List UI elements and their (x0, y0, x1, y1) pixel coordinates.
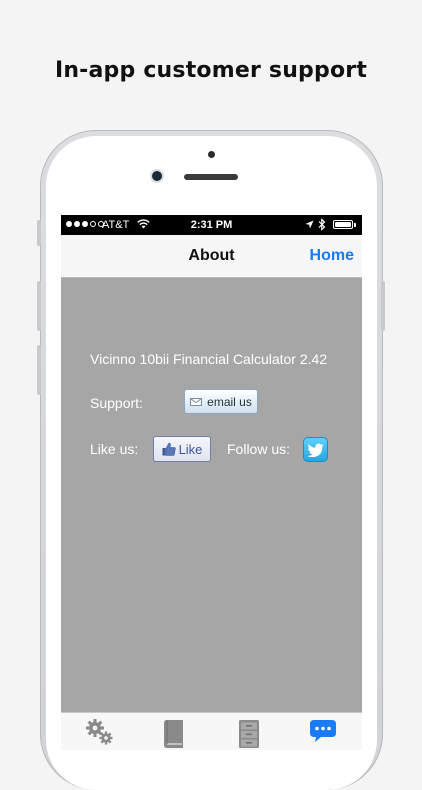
tab-guide[interactable] (159, 718, 189, 748)
like-button-label: Like (178, 441, 203, 457)
app-name-version: Vicinno 10bii Financial Calculator 2.42 (90, 351, 328, 367)
status-bar: AT&T 2:31 PM (61, 215, 362, 235)
battery-icon (333, 220, 353, 229)
envelope-icon (190, 397, 203, 406)
like-us-label: Like us: (90, 441, 139, 457)
phone-screen: AT&T 2:31 PM About Home Vicinno 10bii Fi… (61, 215, 362, 750)
front-camera (152, 171, 162, 181)
gears-icon (86, 719, 113, 745)
volume-up-button (37, 281, 41, 331)
tab-settings[interactable] (84, 718, 114, 748)
power-button (381, 281, 385, 331)
status-time: 2:31 PM (190, 219, 233, 231)
location-arrow-icon (305, 220, 314, 229)
promo-headline: In-app customer support (54, 58, 368, 83)
email-us-button[interactable]: email us (184, 389, 258, 414)
follow-us-label: Follow us: (227, 441, 291, 457)
battery-tip (354, 223, 356, 227)
twitter-follow-button[interactable] (303, 437, 328, 462)
navigation-bar: About Home (61, 235, 362, 278)
email-us-label: email us (207, 394, 252, 409)
earpiece-speaker (184, 174, 238, 180)
support-label: Support: (90, 395, 143, 411)
book-icon (164, 720, 183, 748)
bluetooth-icon (318, 218, 326, 231)
tab-support[interactable] (308, 718, 338, 748)
ringer-switch (37, 220, 41, 246)
chat-bubble-icon (310, 720, 336, 742)
home-button[interactable]: Home (310, 247, 354, 265)
facebook-like-button[interactable]: Like (153, 436, 211, 462)
proximity-sensor (208, 151, 215, 158)
tab-bar (61, 712, 362, 750)
volume-down-button (37, 345, 41, 395)
thumbs-up-icon (162, 442, 176, 456)
tab-files[interactable] (234, 718, 264, 748)
twitter-bird-icon (307, 443, 324, 457)
cabinet-icon (239, 720, 259, 748)
